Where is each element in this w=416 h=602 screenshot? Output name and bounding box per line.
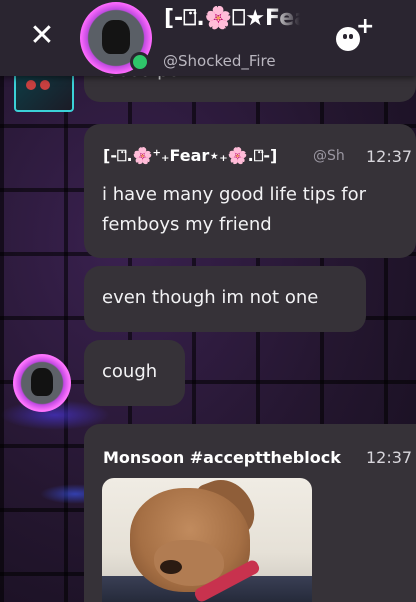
avatar-detail [26, 80, 36, 90]
author-name[interactable]: [-⎕̈.🌸⁺₊Fear⋆₊🌸.⎕̈-] [103, 146, 277, 166]
user-handle: @Shocked_Fire [163, 52, 276, 70]
message-bubble[interactable]: cough [84, 340, 185, 406]
avatar-silhouette [102, 20, 130, 54]
profile-avatar[interactable] [80, 2, 152, 74]
message-text: cough [102, 361, 158, 382]
message-bubble[interactable]: [-⎕̈.🌸⁺₊Fear⋆₊🌸.⎕̈-] @Sh 12:37 i have ma… [84, 124, 416, 258]
message-bubble[interactable]: Monsoon #accepttheblock 12:37 [84, 424, 416, 602]
sender-avatar[interactable] [13, 354, 71, 412]
photo-dog-nose [160, 560, 182, 574]
message-text: even though im not one [102, 287, 319, 308]
plus-icon: + [356, 14, 375, 39]
sender-avatar[interactable] [14, 76, 74, 112]
close-icon[interactable]: ✕ [26, 20, 58, 52]
chat-title[interactable]: [-⎕̈.🌸⎕★Fear★.🌸.⎕̈-] [164, 6, 300, 31]
message-text: i have many good life tips for femboys m… [102, 184, 367, 235]
image-attachment[interactable] [102, 478, 312, 602]
author-name[interactable]: Monsoon #accepttheblock [103, 448, 347, 467]
add-friend-button[interactable]: + [334, 16, 378, 56]
message-timestamp: 12:37 [366, 147, 413, 166]
message-bubble[interactable]: even though im not one [84, 266, 366, 332]
message-timestamp: 12:37 [366, 448, 413, 467]
online-status-icon [130, 52, 150, 72]
chat-header: ✕ [-⎕̈.🌸⎕★Fear★.🌸.⎕̈-] @Shocked_Fire + [0, 0, 416, 76]
author-handle: @Sh [313, 148, 345, 164]
avatar-detail [40, 80, 50, 90]
avatar-silhouette [31, 368, 53, 396]
